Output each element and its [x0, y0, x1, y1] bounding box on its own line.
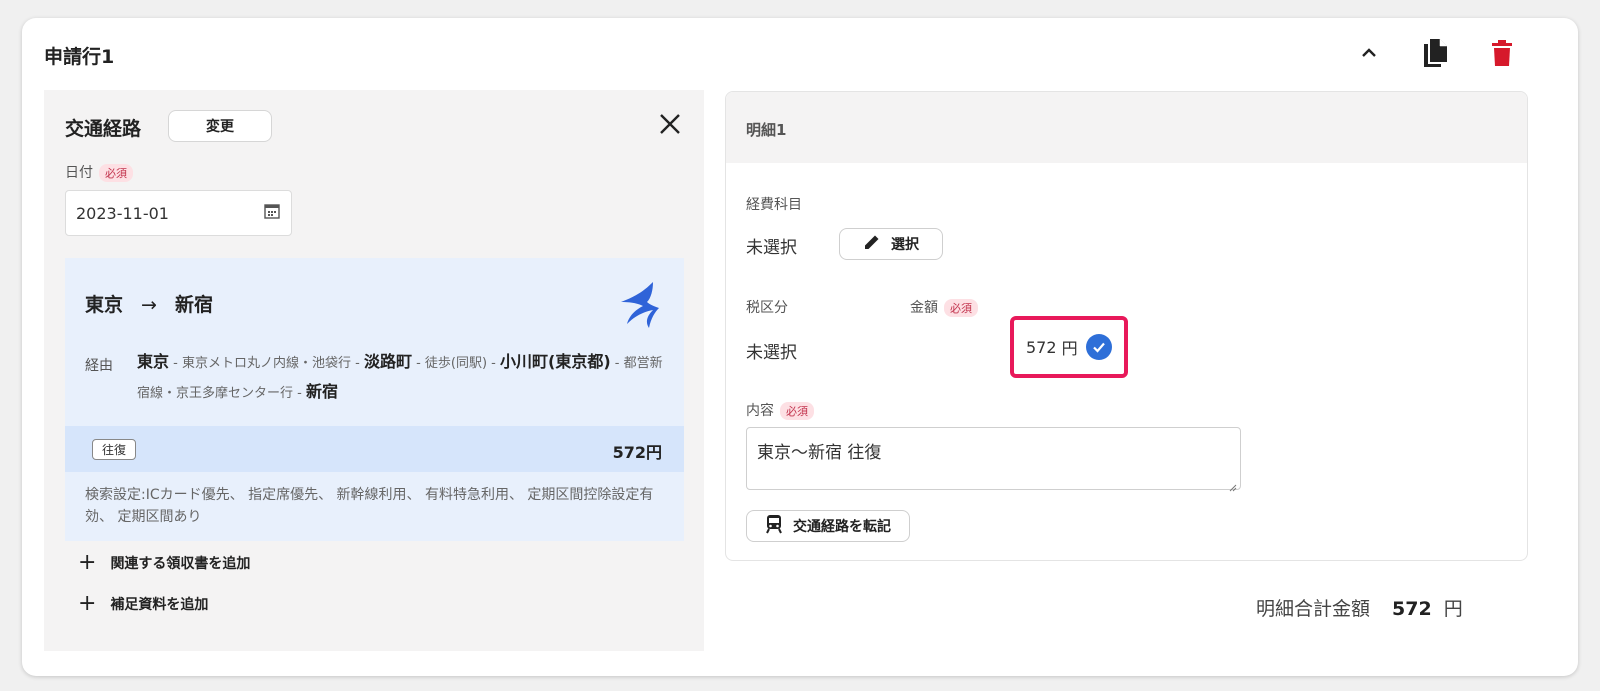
- expense-item-value: 未選択: [746, 238, 797, 258]
- transfer-button-label: 交通経路を転記: [793, 519, 891, 535]
- add-receipt-label: 関連する領収書を追加: [110, 556, 251, 572]
- date-input[interactable]: 2023-11-01: [65, 190, 292, 236]
- add-receipt-link[interactable]: + 関連する領収書を追加: [78, 552, 250, 574]
- train-icon: [765, 514, 783, 538]
- via-station: 新宿: [305, 382, 338, 401]
- via-station: 東京: [137, 352, 170, 371]
- search-settings-text: 検索設定:ICカード優先、 指定席優先、 新幹線利用、 有料特急利用、 定期区間…: [85, 487, 654, 525]
- date-label: 日付: [65, 165, 93, 181]
- route-heading: 東京 → 新宿: [85, 290, 213, 317]
- route-from: 東京: [85, 294, 124, 316]
- application-title: 申請行1: [44, 46, 115, 68]
- tax-value: 未選択: [746, 343, 797, 363]
- date-label-row: 日付 必須: [65, 162, 133, 182]
- select-button-label: 選択: [891, 237, 919, 253]
- tax-label: 税区分: [746, 300, 788, 316]
- detail-panel: 明細1 経費科目 未選択 選択 税区分 金額 必須 未選択 572 円 内容 必須 …: [725, 91, 1528, 561]
- add-material-label: 補足資料を追加: [110, 597, 209, 613]
- trash-icon[interactable]: [1484, 35, 1520, 71]
- detail-title: 明細1: [746, 121, 787, 139]
- required-badge: 必須: [780, 401, 814, 420]
- plus-icon: +: [78, 550, 97, 575]
- route-arrow: →: [141, 294, 157, 316]
- calendar-icon[interactable]: [263, 202, 281, 224]
- via-station: 小川町(東京都): [500, 352, 611, 371]
- route-panel-title: 交通経路: [65, 118, 142, 140]
- amount-value: 572: [1026, 337, 1057, 357]
- via-route-text: 東京 - 東京メトロ丸ノ内線・池袋行 - 淡路町 - 徒歩(同駅) - 小川町(…: [137, 348, 667, 408]
- via-station: 淡路町: [363, 352, 412, 371]
- amount-unit: 円: [1061, 339, 1078, 358]
- total-label: 明細合計金額: [1256, 598, 1371, 620]
- content-label: 内容: [746, 403, 774, 419]
- add-material-link[interactable]: + 補足資料を追加: [78, 593, 208, 615]
- chevron-up-icon[interactable]: [1351, 35, 1387, 71]
- required-badge: 必須: [99, 163, 133, 182]
- check-circle-icon: [1085, 334, 1112, 360]
- content-value: 東京～新宿 往復: [757, 443, 882, 463]
- date-value: 2023-11-01: [76, 203, 169, 223]
- route-fare: 572円: [612, 443, 662, 462]
- via-line: - 徒歩(同駅) -: [411, 356, 501, 371]
- route-to: 新宿: [174, 294, 213, 316]
- copy-document-icon[interactable]: [1417, 35, 1453, 71]
- transfer-route-button[interactable]: 交通経路を転記: [746, 510, 910, 542]
- plus-icon: +: [78, 591, 97, 616]
- pencil-icon: [863, 233, 881, 255]
- application-card: 申請行1 交通経路 変更 日付 必須 2023-11-01 東京 → 新宿 経由…: [22, 18, 1578, 676]
- fare-row: 往復 572円: [65, 426, 684, 472]
- resize-handle-icon[interactable]: [1228, 477, 1237, 492]
- amount-label-row: 金額 必須: [910, 297, 978, 317]
- select-expense-button[interactable]: 選択: [839, 228, 943, 260]
- close-icon[interactable]: [656, 110, 684, 138]
- via-label: 経由: [85, 358, 113, 374]
- total-value: 572: [1392, 598, 1432, 620]
- expense-item-label: 経費科目: [746, 197, 802, 213]
- detail-header: 明細1: [726, 92, 1527, 163]
- transport-route-panel: 交通経路 変更 日付 必須 2023-11-01 東京 → 新宿 経由 東京 -…: [44, 90, 704, 651]
- change-route-button[interactable]: 変更: [168, 110, 272, 142]
- trip-type-badge: 往復: [92, 439, 137, 460]
- required-badge: 必須: [944, 298, 978, 317]
- content-label-row: 内容 必須: [746, 400, 814, 420]
- swallow-logo-icon: [619, 280, 661, 330]
- route-summary-box: 東京 → 新宿 経由 東京 - 東京メトロ丸ノ内線・池袋行 - 淡路町 - 徒歩(同…: [65, 258, 684, 541]
- amount-label: 金額: [910, 300, 938, 316]
- amount-field[interactable]: 572 円: [1010, 316, 1128, 378]
- detail-total: 明細合計金額 572 円: [1256, 594, 1463, 621]
- content-textarea[interactable]: 東京～新宿 往復: [746, 427, 1241, 492]
- total-unit: 円: [1443, 598, 1463, 620]
- via-line: - 東京メトロ丸ノ内線・池袋行 -: [169, 356, 364, 371]
